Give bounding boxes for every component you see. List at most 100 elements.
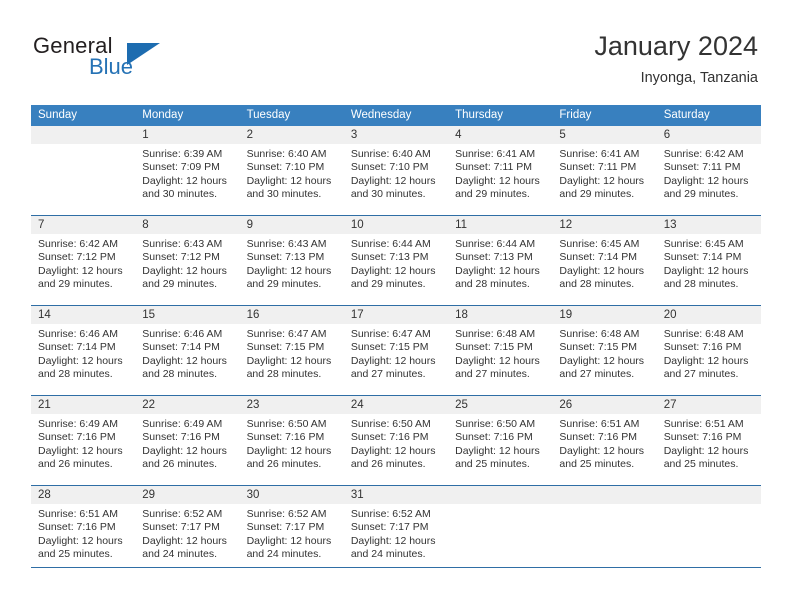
sunset-text: Sunset: 7:14 PM [559, 251, 638, 264]
sunset-text: Sunset: 7:16 PM [455, 431, 533, 444]
sunset-text: Sunset: 7:16 PM [350, 431, 429, 444]
day-cell[interactable]: 26 Sunrise: 6:51 AM Sunset: 7:16 PM Dayl… [552, 396, 657, 485]
day-cell[interactable]: 9 Sunrise: 6:43 AM Sunset: 7:13 PM Dayli… [239, 216, 344, 305]
day-cell[interactable]: 6 Sunrise: 6:42 AM Sunset: 7:11 PM Dayli… [656, 126, 761, 215]
day-number: 31 [343, 486, 449, 504]
day-cell[interactable]: 18 Sunrise: 6:48 AM Sunset: 7:15 PM Dayl… [448, 306, 553, 395]
day-cell[interactable]: 13 Sunrise: 6:45 AM Sunset: 7:14 PM Dayl… [656, 216, 761, 305]
weekday-header-friday: Friday [559, 109, 592, 121]
sunset-text: Sunset: 7:12 PM [142, 251, 220, 264]
day-details: Sunrise: 6:44 AM Sunset: 7:13 PM Dayligh… [448, 234, 552, 292]
day-cell[interactable]: 24 Sunrise: 6:50 AM Sunset: 7:16 PM Dayl… [343, 396, 449, 485]
day-number: 28 [31, 486, 136, 504]
daylight-text-line1: Daylight: 12 hours [455, 174, 540, 187]
day-number: 5 [552, 126, 657, 144]
daylight-text-line2: and 25 minutes. [38, 548, 113, 561]
day-details: Sunrise: 6:45 AM Sunset: 7:14 PM Dayligh… [657, 234, 761, 292]
day-cell[interactable]: 12 Sunrise: 6:45 AM Sunset: 7:14 PM Dayl… [552, 216, 657, 305]
day-cell[interactable]: 11 Sunrise: 6:44 AM Sunset: 7:13 PM Dayl… [448, 216, 553, 305]
day-number: 16 [239, 306, 344, 324]
daylight-text-line2: and 27 minutes. [663, 368, 739, 381]
daylight-text-line1: Daylight: 12 hours [246, 174, 332, 187]
day-details: Sunrise: 6:41 AM Sunset: 7:11 PM Dayligh… [448, 144, 552, 202]
sunrise-text: Sunrise: 6:49 AM [142, 418, 223, 430]
day-details: Sunrise: 6:48 AM Sunset: 7:15 PM Dayligh… [448, 324, 552, 382]
day-cell[interactable]: 7 Sunrise: 6:42 AM Sunset: 7:12 PM Dayli… [31, 216, 136, 305]
week-row: 21 Sunrise: 6:49 AM Sunset: 7:16 PM Dayl… [31, 395, 761, 485]
day-number: 27 [656, 396, 761, 414]
daylight-text-line2: and 25 minutes. [663, 458, 739, 471]
week-row: 7 Sunrise: 6:42 AM Sunset: 7:12 PM Dayli… [31, 215, 761, 305]
day-cell[interactable]: 21 Sunrise: 6:49 AM Sunset: 7:16 PM Dayl… [31, 396, 136, 485]
day-number: 3 [343, 126, 449, 144]
day-cell[interactable]: 17 Sunrise: 6:47 AM Sunset: 7:15 PM Dayl… [343, 306, 449, 395]
daylight-text-line2: and 29 minutes. [559, 188, 635, 201]
day-cell[interactable]: 31 Sunrise: 6:52 AM Sunset: 7:17 PM Dayl… [343, 486, 449, 575]
day-number: 23 [239, 396, 344, 414]
day-cell[interactable]: 23 Sunrise: 6:50 AM Sunset: 7:16 PM Dayl… [239, 396, 344, 485]
day-cell[interactable]: 30 Sunrise: 6:52 AM Sunset: 7:17 PM Dayl… [239, 486, 344, 575]
day-cell[interactable]: 27 Sunrise: 6:51 AM Sunset: 7:16 PM Dayl… [656, 396, 761, 485]
day-details: Sunrise: 6:48 AM Sunset: 7:15 PM Dayligh… [552, 324, 656, 382]
day-cell[interactable]: 25 Sunrise: 6:50 AM Sunset: 7:16 PM Dayl… [448, 396, 553, 485]
day-details: Sunrise: 6:40 AM Sunset: 7:10 PM Dayligh… [240, 144, 344, 202]
daylight-text-line2: and 29 minutes. [455, 188, 530, 201]
day-details: Sunrise: 6:51 AM Sunset: 7:16 PM Dayligh… [657, 414, 761, 472]
day-cell[interactable]: 16 Sunrise: 6:47 AM Sunset: 7:15 PM Dayl… [239, 306, 344, 395]
day-cell[interactable]: 28 Sunrise: 6:51 AM Sunset: 7:16 PM Dayl… [31, 486, 136, 575]
daylight-text-line2: and 29 minutes. [142, 278, 217, 291]
day-number: 12 [552, 216, 657, 234]
daylight-text-line1: Daylight: 12 hours [38, 354, 123, 367]
daylight-text-line2: and 26 minutes. [246, 458, 322, 471]
day-cell[interactable]: 2 Sunrise: 6:40 AM Sunset: 7:10 PM Dayli… [239, 126, 344, 215]
sunset-text: Sunset: 7:16 PM [38, 431, 116, 444]
day-cell[interactable]: 10 Sunrise: 6:44 AM Sunset: 7:13 PM Dayl… [343, 216, 449, 305]
daylight-text-line1: Daylight: 12 hours [559, 444, 645, 457]
day-details: Sunrise: 6:46 AM Sunset: 7:14 PM Dayligh… [135, 324, 239, 382]
sunrise-text: Sunrise: 6:52 AM [246, 508, 327, 520]
daylight-text-line1: Daylight: 12 hours [455, 354, 540, 367]
sunset-text: Sunset: 7:15 PM [559, 341, 638, 354]
daylight-text-line1: Daylight: 12 hours [663, 264, 749, 277]
general-blue-logo[interactable]: General Blue [33, 33, 213, 89]
sunrise-text: Sunrise: 6:41 AM [559, 148, 640, 160]
day-number: 7 [31, 216, 136, 234]
day-cell[interactable]: 14 Sunrise: 6:46 AM Sunset: 7:14 PM Dayl… [31, 306, 136, 395]
daylight-text-line2: and 26 minutes. [350, 458, 426, 471]
sunrise-text: Sunrise: 6:40 AM [246, 148, 327, 160]
sunrise-text: Sunrise: 6:44 AM [350, 238, 431, 250]
day-cell[interactable]: 1 Sunrise: 6:39 AM Sunset: 7:09 PM Dayli… [135, 126, 240, 215]
sunset-text: Sunset: 7:14 PM [142, 341, 220, 354]
daylight-text-line1: Daylight: 12 hours [559, 174, 645, 187]
day-details: Sunrise: 6:42 AM Sunset: 7:12 PM Dayligh… [31, 234, 135, 292]
daylight-text-line1: Daylight: 12 hours [38, 264, 123, 277]
day-number: 6 [656, 126, 761, 144]
day-cell[interactable]: 3 Sunrise: 6:40 AM Sunset: 7:10 PM Dayli… [343, 126, 449, 215]
daylight-text-line2: and 28 minutes. [142, 368, 217, 381]
day-cell[interactable]: 29 Sunrise: 6:52 AM Sunset: 7:17 PM Dayl… [135, 486, 240, 575]
day-number: 25 [448, 396, 553, 414]
day-cell[interactable]: 8 Sunrise: 6:43 AM Sunset: 7:12 PM Dayli… [135, 216, 240, 305]
calendar-grid: Sunday Monday Tuesday Wednesday Thursday… [31, 105, 761, 575]
daylight-text-line2: and 28 minutes. [559, 278, 635, 291]
sunset-text: Sunset: 7:11 PM [455, 161, 532, 174]
day-cell[interactable]: 15 Sunrise: 6:46 AM Sunset: 7:14 PM Dayl… [135, 306, 240, 395]
sunrise-text: Sunrise: 6:42 AM [663, 148, 744, 160]
day-cell[interactable]: 22 Sunrise: 6:49 AM Sunset: 7:16 PM Dayl… [135, 396, 240, 485]
day-cell[interactable]: 5 Sunrise: 6:41 AM Sunset: 7:11 PM Dayli… [552, 126, 657, 215]
day-cell[interactable]: 4 Sunrise: 6:41 AM Sunset: 7:11 PM Dayli… [448, 126, 553, 215]
daylight-text-line1: Daylight: 12 hours [142, 264, 227, 277]
daylight-text-line1: Daylight: 12 hours [38, 534, 123, 547]
day-number: 4 [448, 126, 553, 144]
daylight-text-line1: Daylight: 12 hours [455, 264, 540, 277]
sunrise-text: Sunrise: 6:46 AM [142, 328, 223, 340]
daylight-text-line1: Daylight: 12 hours [142, 354, 227, 367]
daylight-text-line1: Daylight: 12 hours [663, 174, 749, 187]
sunrise-text: Sunrise: 6:39 AM [142, 148, 223, 160]
day-details: Sunrise: 6:42 AM Sunset: 7:11 PM Dayligh… [657, 144, 761, 202]
sunset-text: Sunset: 7:11 PM [559, 161, 637, 174]
sunset-text: Sunset: 7:13 PM [455, 251, 533, 264]
day-cell[interactable]: 19 Sunrise: 6:48 AM Sunset: 7:15 PM Dayl… [552, 306, 657, 395]
day-cell[interactable]: 20 Sunrise: 6:48 AM Sunset: 7:16 PM Dayl… [656, 306, 761, 395]
day-number: 2 [239, 126, 344, 144]
